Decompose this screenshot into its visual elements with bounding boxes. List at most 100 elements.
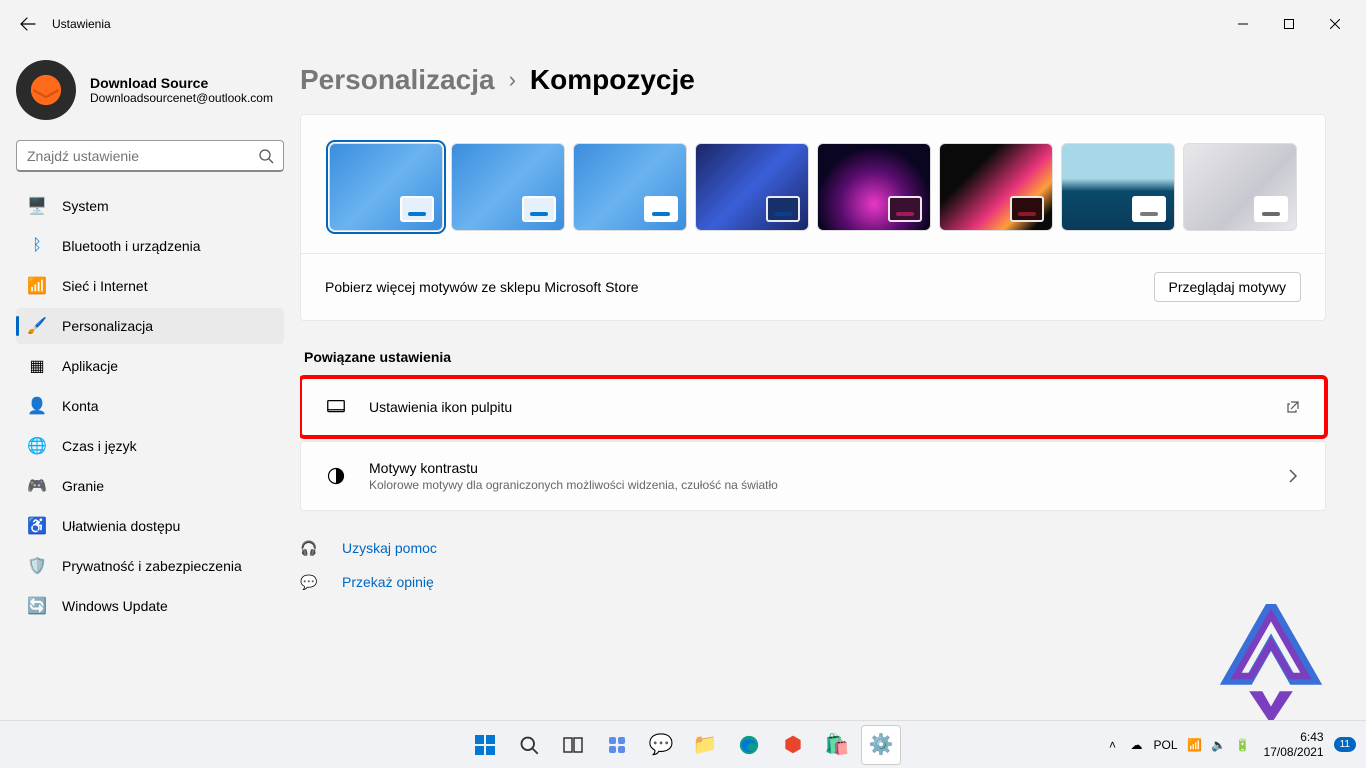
close-button[interactable] bbox=[1312, 8, 1358, 40]
search-input[interactable] bbox=[16, 140, 284, 172]
folder-icon: 📁 bbox=[693, 732, 718, 757]
theme-accent-preview bbox=[1132, 196, 1166, 222]
theme-thumbnail[interactable] bbox=[451, 143, 565, 231]
window-title: Ustawienia bbox=[52, 17, 111, 31]
nav-label: Konta bbox=[62, 398, 99, 414]
nav-system[interactable]: 🖥️System bbox=[16, 188, 284, 224]
theme-thumbnail[interactable] bbox=[695, 143, 809, 231]
onedrive-icon[interactable]: ☁ bbox=[1126, 734, 1148, 756]
help-icon: 🎧 bbox=[300, 540, 318, 557]
volume-tray-icon[interactable]: 🔈 bbox=[1208, 734, 1230, 756]
clock[interactable]: 6:43 17/08/2021 bbox=[1256, 730, 1332, 759]
nav-accounts[interactable]: 👤 Konta bbox=[16, 388, 284, 424]
nav-bluetooth[interactable]: ᛒBluetooth i urządzenia bbox=[16, 228, 284, 264]
nav-accessibility[interactable]: ♿Ułatwienia dostępu bbox=[16, 508, 284, 544]
gear-icon: ⚙️ bbox=[869, 732, 894, 757]
theme-thumbnail[interactable] bbox=[939, 143, 1053, 231]
feedback-link[interactable]: Przekaż opinię bbox=[342, 574, 434, 590]
person-icon: 👤 bbox=[28, 397, 46, 415]
store-text: Pobierz więcej motywów ze sklepu Microso… bbox=[325, 279, 639, 295]
accessibility-icon: ♿ bbox=[28, 517, 46, 535]
help-links: 🎧 Uzyskaj pomoc 💬 Przekaż opinię bbox=[300, 531, 1326, 599]
themes-grid bbox=[329, 143, 1297, 231]
nav-privacy[interactable]: 🛡️Prywatność i zabezpieczenia bbox=[16, 548, 284, 584]
sidebar: Download Source Downloadsourcenet@outloo… bbox=[0, 48, 300, 720]
help-link[interactable]: Uzyskaj pomoc bbox=[342, 540, 437, 556]
wifi-icon: 📶 bbox=[28, 277, 46, 295]
task-view-button[interactable] bbox=[553, 725, 593, 765]
theme-thumbnail[interactable] bbox=[329, 143, 443, 231]
breadcrumb: Personalizacja › Kompozycje bbox=[300, 64, 1326, 96]
help-link-row: 🎧 Uzyskaj pomoc bbox=[300, 531, 1326, 565]
setting-title: Ustawienia ikon pulpitu bbox=[369, 399, 1263, 415]
office-icon: ⬢ bbox=[784, 732, 801, 757]
settings-button[interactable]: ⚙️ bbox=[861, 725, 901, 765]
arrow-left-icon bbox=[20, 16, 36, 32]
theme-accent-preview bbox=[1010, 196, 1044, 222]
battery-tray-icon[interactable]: 🔋 bbox=[1232, 734, 1254, 756]
nav-label: Bluetooth i urządzenia bbox=[62, 238, 201, 254]
theme-accent-preview bbox=[888, 196, 922, 222]
avatar-logo-icon bbox=[29, 73, 63, 107]
close-icon bbox=[1330, 19, 1340, 29]
language-indicator[interactable]: POL bbox=[1150, 738, 1182, 752]
nav-label: Granie bbox=[62, 478, 104, 494]
search-icon bbox=[519, 735, 539, 755]
start-button[interactable] bbox=[465, 725, 505, 765]
user-name: Download Source bbox=[90, 75, 273, 91]
minimize-button[interactable] bbox=[1220, 8, 1266, 40]
theme-thumbnail[interactable] bbox=[1183, 143, 1297, 231]
contrast-themes-row[interactable]: Motywy kontrastu Kolorowe motywy dla ogr… bbox=[301, 442, 1325, 510]
widgets-button[interactable] bbox=[597, 725, 637, 765]
edge-icon bbox=[738, 734, 760, 756]
apps-icon: ▦ bbox=[28, 357, 46, 375]
nav-list: 🖥️System ᛒBluetooth i urządzenia 📶 Sieć i… bbox=[16, 188, 284, 624]
widgets-icon bbox=[607, 735, 627, 755]
chat-button[interactable]: 💬 bbox=[641, 725, 681, 765]
contrast-row-card: Motywy kontrastu Kolorowe motywy dla ogr… bbox=[300, 441, 1326, 511]
gamepad-icon: 🎮 bbox=[28, 477, 46, 495]
open-external-icon bbox=[1285, 399, 1301, 415]
theme-accent-preview bbox=[644, 196, 678, 222]
nav-label: Windows Update bbox=[62, 598, 168, 614]
tray-chevron-icon[interactable]: ˄ bbox=[1102, 734, 1124, 756]
windows-icon bbox=[474, 734, 496, 756]
nav-label: Aplikacje bbox=[62, 358, 118, 374]
edge-button[interactable] bbox=[729, 725, 769, 765]
back-button[interactable] bbox=[8, 4, 48, 44]
store-button[interactable]: 🛍️ bbox=[817, 725, 857, 765]
browse-themes-button[interactable]: Przeglądaj motywy bbox=[1154, 272, 1302, 302]
minimize-icon bbox=[1238, 19, 1248, 29]
theme-thumbnail[interactable] bbox=[573, 143, 687, 231]
search-wrap bbox=[16, 140, 284, 172]
nav-label: Sieć i Internet bbox=[62, 278, 148, 294]
explorer-button[interactable]: 📁 bbox=[685, 725, 725, 765]
nav-network[interactable]: 📶 Sieć i Internet bbox=[16, 268, 284, 304]
setting-subtitle: Kolorowe motywy dla ograniczonych możliw… bbox=[369, 478, 1263, 492]
shield-icon: 🛡️ bbox=[28, 557, 46, 575]
theme-thumbnail[interactable] bbox=[817, 143, 931, 231]
nav-personalization[interactable]: 🖌️Personalizacja bbox=[16, 308, 284, 344]
nav-label: System bbox=[62, 198, 109, 214]
search-button[interactable] bbox=[509, 725, 549, 765]
theme-thumbnail[interactable] bbox=[1061, 143, 1175, 231]
breadcrumb-parent[interactable]: Personalizacja bbox=[300, 64, 495, 96]
office-button[interactable]: ⬢ bbox=[773, 725, 813, 765]
system-tray: ˄ ☁ POL 📶 🔈 🔋 6:43 17/08/2021 11 bbox=[1102, 730, 1366, 759]
nav-apps[interactable]: ▦ Aplikacje bbox=[16, 348, 284, 384]
nav-timelang[interactable]: 🌐 Czas i język bbox=[16, 428, 284, 464]
theme-accent-preview bbox=[766, 196, 800, 222]
contrast-icon bbox=[325, 465, 347, 487]
user-email: Downloadsourcenet@outlook.com bbox=[90, 91, 273, 105]
nav-gaming[interactable]: 🎮 Granie bbox=[16, 468, 284, 504]
notification-badge[interactable]: 11 bbox=[1334, 737, 1356, 752]
user-block[interactable]: Download Source Downloadsourcenet@outloo… bbox=[16, 56, 300, 140]
nav-update[interactable]: 🔄Windows Update bbox=[16, 588, 284, 624]
clock-globe-icon: 🌐 bbox=[28, 437, 46, 455]
search-icon bbox=[258, 148, 274, 164]
wifi-tray-icon[interactable]: 📶 bbox=[1184, 734, 1206, 756]
desktop-icons-row[interactable]: Ustawienia ikon pulpitu bbox=[301, 378, 1325, 436]
taskbar-center: 💬 📁 ⬢ 🛍️ ⚙️ bbox=[465, 725, 901, 765]
maximize-button[interactable] bbox=[1266, 8, 1312, 40]
nav-label: Czas i język bbox=[62, 438, 137, 454]
